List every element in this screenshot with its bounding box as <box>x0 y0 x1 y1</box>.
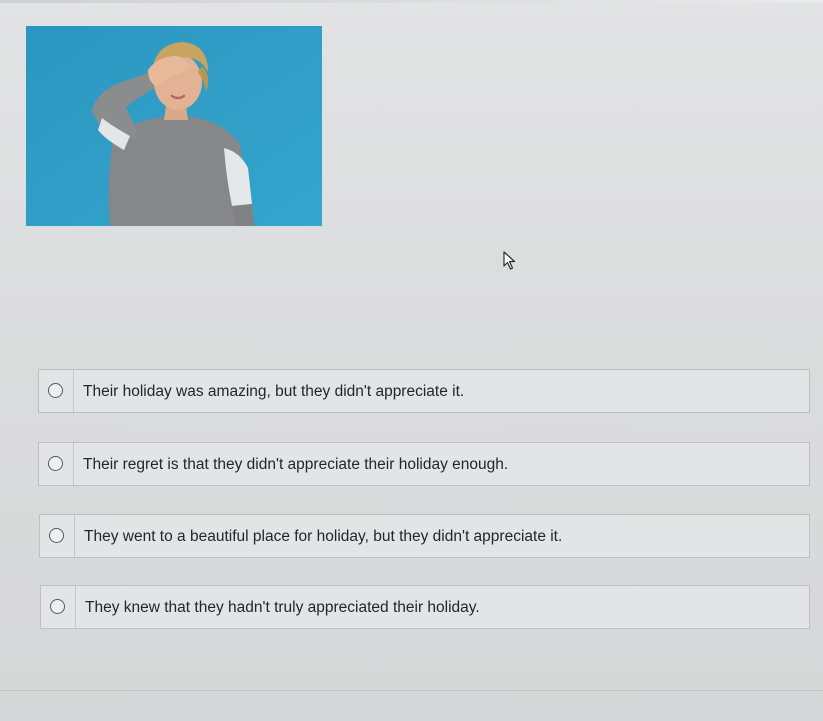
radio-cell <box>39 370 74 412</box>
radio-button[interactable] <box>48 383 63 398</box>
radio-button[interactable] <box>48 456 63 471</box>
answer-option-3[interactable]: They went to a beautiful place for holid… <box>39 514 810 558</box>
option-label: They knew that they hadn't truly appreci… <box>85 599 480 616</box>
answer-option-4[interactable]: They knew that they hadn't truly appreci… <box>40 585 810 629</box>
radio-cell <box>41 586 76 628</box>
option-label: They went to a beautiful place for holid… <box>84 528 563 545</box>
answer-option-1[interactable]: Their holiday was amazing, but they didn… <box>38 369 810 413</box>
bottom-divider <box>0 690 823 691</box>
radio-button[interactable] <box>50 599 65 614</box>
radio-cell <box>39 443 74 485</box>
option-label: Their regret is that they didn't appreci… <box>83 456 509 473</box>
radio-cell <box>40 515 75 557</box>
mouse-pointer-icon <box>503 251 516 270</box>
radio-button[interactable] <box>49 528 64 543</box>
top-divider <box>0 0 823 3</box>
answer-option-2[interactable]: Their regret is that they didn't appreci… <box>38 442 810 486</box>
question-image <box>26 26 322 226</box>
option-label: Their holiday was amazing, but they didn… <box>83 383 465 400</box>
person-facepalm-photo-icon <box>26 26 322 226</box>
